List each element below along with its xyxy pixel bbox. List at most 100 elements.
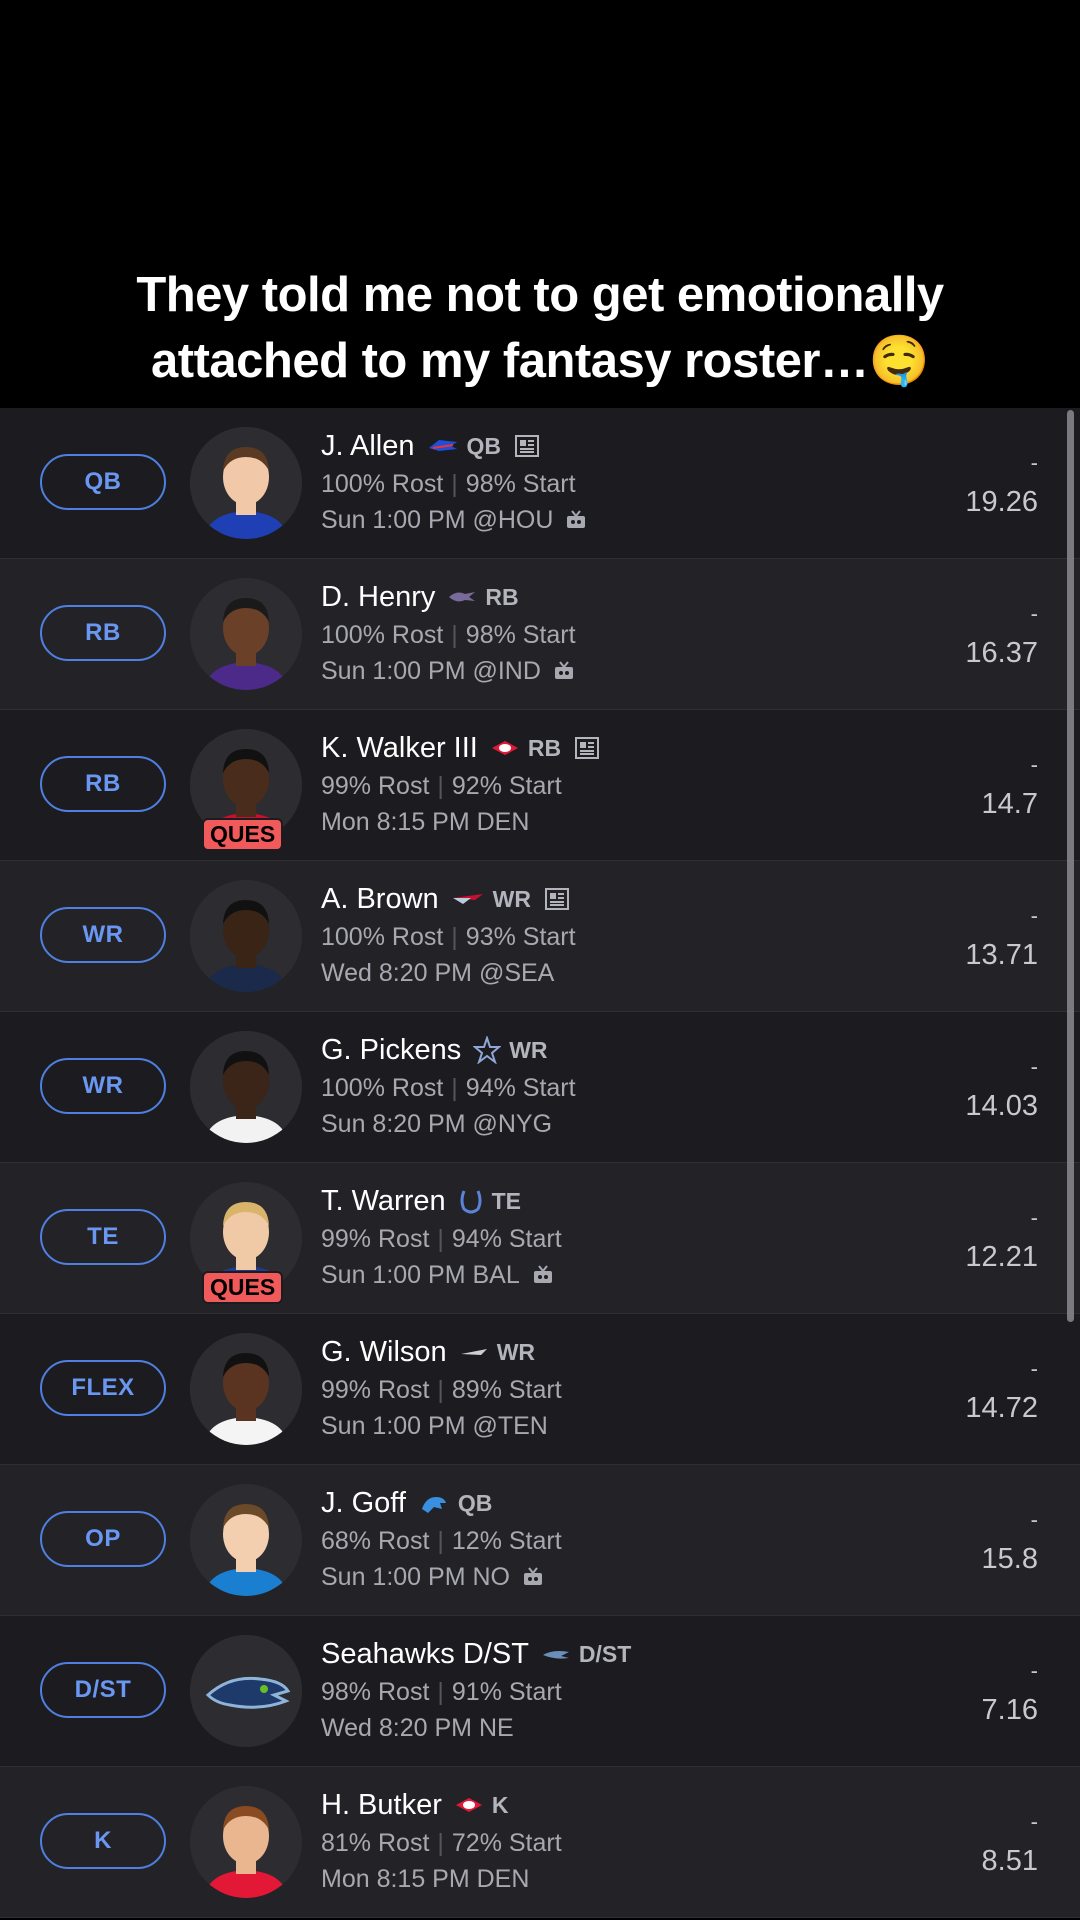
projected-points: 14.7 [981, 788, 1038, 820]
projected-points: 16.37 [965, 637, 1038, 669]
roster-row[interactable]: TE QUES T. Warren TE 99% Rost | 94% Start Sun 1… [0, 1163, 1080, 1314]
slot-button[interactable]: FLEX [40, 1360, 166, 1416]
player-position: WR [496, 1338, 536, 1365]
roster-row[interactable]: D/ST Seahawks D/ST D/ST 98% Rost | 91% Start W… [0, 1616, 1080, 1767]
actual-points: - [1030, 1356, 1038, 1381]
player-avatar[interactable] [190, 427, 302, 539]
chiefs-logo-icon [490, 738, 520, 758]
slot-button[interactable]: RB [40, 756, 166, 812]
rostered-percent: 99% Rost [321, 772, 430, 800]
actual-points: - [1030, 903, 1038, 928]
player-position: K [491, 1791, 509, 1818]
rostered-percent: 100% Rost [321, 621, 444, 649]
rostered-percent: 98% Rost [321, 1678, 430, 1706]
actual-points: - [1030, 1205, 1038, 1230]
seahawks-logo-icon [541, 1647, 571, 1661]
slot-button[interactable]: WR [40, 907, 166, 963]
roster-row[interactable]: FLEX G. Wilson WR 99% Rost | 89% Start Sun 1:0… [0, 1314, 1080, 1465]
caption: They told me not to get emotionally atta… [0, 262, 1080, 394]
player-name[interactable]: G. Wilson [321, 1336, 447, 1369]
roster-row[interactable]: OP J. Goff QB 68% Rost | 12% Start Sun 1:00 PM… [0, 1465, 1080, 1616]
started-percent: 98% Start [465, 621, 576, 649]
player-avatar[interactable] [190, 578, 302, 690]
game-info: Sun 1:00 PM NO [321, 1563, 510, 1591]
game-info: Sun 1:00 PM @IND [321, 657, 541, 685]
player-info: Seahawks D/ST D/ST 98% Rost | 91% Start Wed 8… [321, 1634, 631, 1746]
roster-row[interactable]: WR G. Pickens WR 100% Rost | 94% Start Sun 8:2… [0, 1012, 1080, 1163]
rostered-percent: 100% Rost [321, 923, 444, 951]
player-name[interactable]: J. Goff [321, 1487, 406, 1520]
tv-icon [522, 1567, 544, 1587]
player-name[interactable]: G. Pickens [321, 1034, 461, 1067]
divider: | [437, 1829, 444, 1857]
player-avatar[interactable] [190, 1786, 302, 1898]
started-percent: 94% Start [465, 1074, 576, 1102]
tv-icon [553, 661, 575, 681]
player-name[interactable]: J. Allen [321, 430, 415, 463]
rostered-percent: 100% Rost [321, 470, 444, 498]
player-position: TE [491, 1187, 521, 1214]
player-avatar[interactable] [190, 880, 302, 992]
player-name[interactable]: A. Brown [321, 883, 439, 916]
actual-points: - [1030, 450, 1038, 475]
projected-points: 14.03 [965, 1090, 1038, 1122]
player-name[interactable]: D. Henry [321, 581, 435, 614]
slot-button[interactable]: WR [40, 1058, 166, 1114]
player-avatar[interactable] [190, 1484, 302, 1596]
divider: | [451, 621, 458, 649]
slot-button[interactable]: K [40, 1813, 166, 1869]
slot-button[interactable]: QB [40, 454, 166, 510]
patriots-logo-icon [451, 890, 485, 908]
projected-points: 8.51 [981, 1845, 1038, 1877]
player-position: RB [527, 734, 562, 761]
projected-points: 7.16 [981, 1694, 1038, 1726]
player-avatar[interactable] [190, 1333, 302, 1445]
player-info: J. Goff QB 68% Rost | 12% Start Sun 1:00 PM N… [321, 1483, 562, 1595]
roster-row[interactable]: QB J. Allen QB 100% Rost | 98% Start Sun 1:00 … [0, 408, 1080, 559]
injury-status-badge: QUES [202, 1271, 284, 1304]
player-name[interactable]: T. Warren [321, 1185, 446, 1218]
player-name[interactable]: Seahawks D/ST [321, 1638, 529, 1671]
slot-button[interactable]: TE [40, 1209, 166, 1265]
divider: | [451, 923, 458, 951]
player-name[interactable]: K. Walker III [321, 732, 478, 765]
player-info: J. Allen QB 100% Rost | 98% Start Sun 1:00 PM… [321, 426, 587, 538]
player-position: WR [492, 885, 531, 912]
started-percent: 94% Start [451, 1225, 562, 1253]
player-avatar[interactable] [190, 1635, 302, 1747]
actual-points: - [1030, 601, 1038, 626]
rostered-percent: 99% Rost [321, 1376, 430, 1404]
player-position: QB [466, 432, 502, 459]
news-icon[interactable] [513, 433, 541, 459]
player-info: G. Pickens WR 100% Rost | 94% Start Sun 8:20 … [321, 1030, 576, 1142]
jets-logo-icon [459, 1346, 489, 1358]
injury-status-badge: QUES [202, 818, 284, 851]
game-info: Sun 1:00 PM @TEN [321, 1412, 548, 1440]
slot-button[interactable]: OP [40, 1511, 166, 1567]
game-info: Sun 1:00 PM BAL [321, 1261, 520, 1289]
slot-button[interactable]: D/ST [40, 1662, 166, 1718]
roster-row[interactable]: K H. Butker K 81% Rost | 72% Start Mon 8:15 PM… [0, 1767, 1080, 1918]
roster-row[interactable]: RB D. Henry RB 100% Rost | 98% Start Sun 1:00 … [0, 559, 1080, 710]
tv-icon [565, 510, 587, 530]
news-icon[interactable] [543, 886, 571, 912]
slot-button[interactable]: RB [40, 605, 166, 661]
ravens-logo-icon [447, 588, 477, 606]
rostered-percent: 100% Rost [321, 1074, 444, 1102]
game-info: Sun 1:00 PM @HOU [321, 506, 554, 534]
roster-row[interactable]: WR A. Brown WR 100% Rost | 93% Start Wed 8:20 … [0, 861, 1080, 1012]
player-name[interactable]: H. Butker [321, 1789, 442, 1822]
player-avatar[interactable] [190, 1031, 302, 1143]
player-position: QB [457, 1489, 493, 1516]
news-icon[interactable] [573, 735, 601, 761]
scrollbar[interactable] [1067, 410, 1074, 1322]
roster-list: QB J. Allen QB 100% Rost | 98% Start Sun 1:00 … [0, 408, 1080, 1920]
roster-row[interactable]: RB QUES K. Walker III RB 99% Rost | 92% Start M… [0, 710, 1080, 861]
player-info: H. Butker K 81% Rost | 72% Start Mon 8:15 PM … [321, 1785, 562, 1897]
started-percent: 93% Start [465, 923, 576, 951]
started-percent: 92% Start [451, 772, 562, 800]
player-position: WR [509, 1036, 548, 1063]
projected-points: 12.21 [965, 1241, 1038, 1273]
started-percent: 98% Start [465, 470, 576, 498]
projected-points: 15.8 [981, 1543, 1038, 1575]
